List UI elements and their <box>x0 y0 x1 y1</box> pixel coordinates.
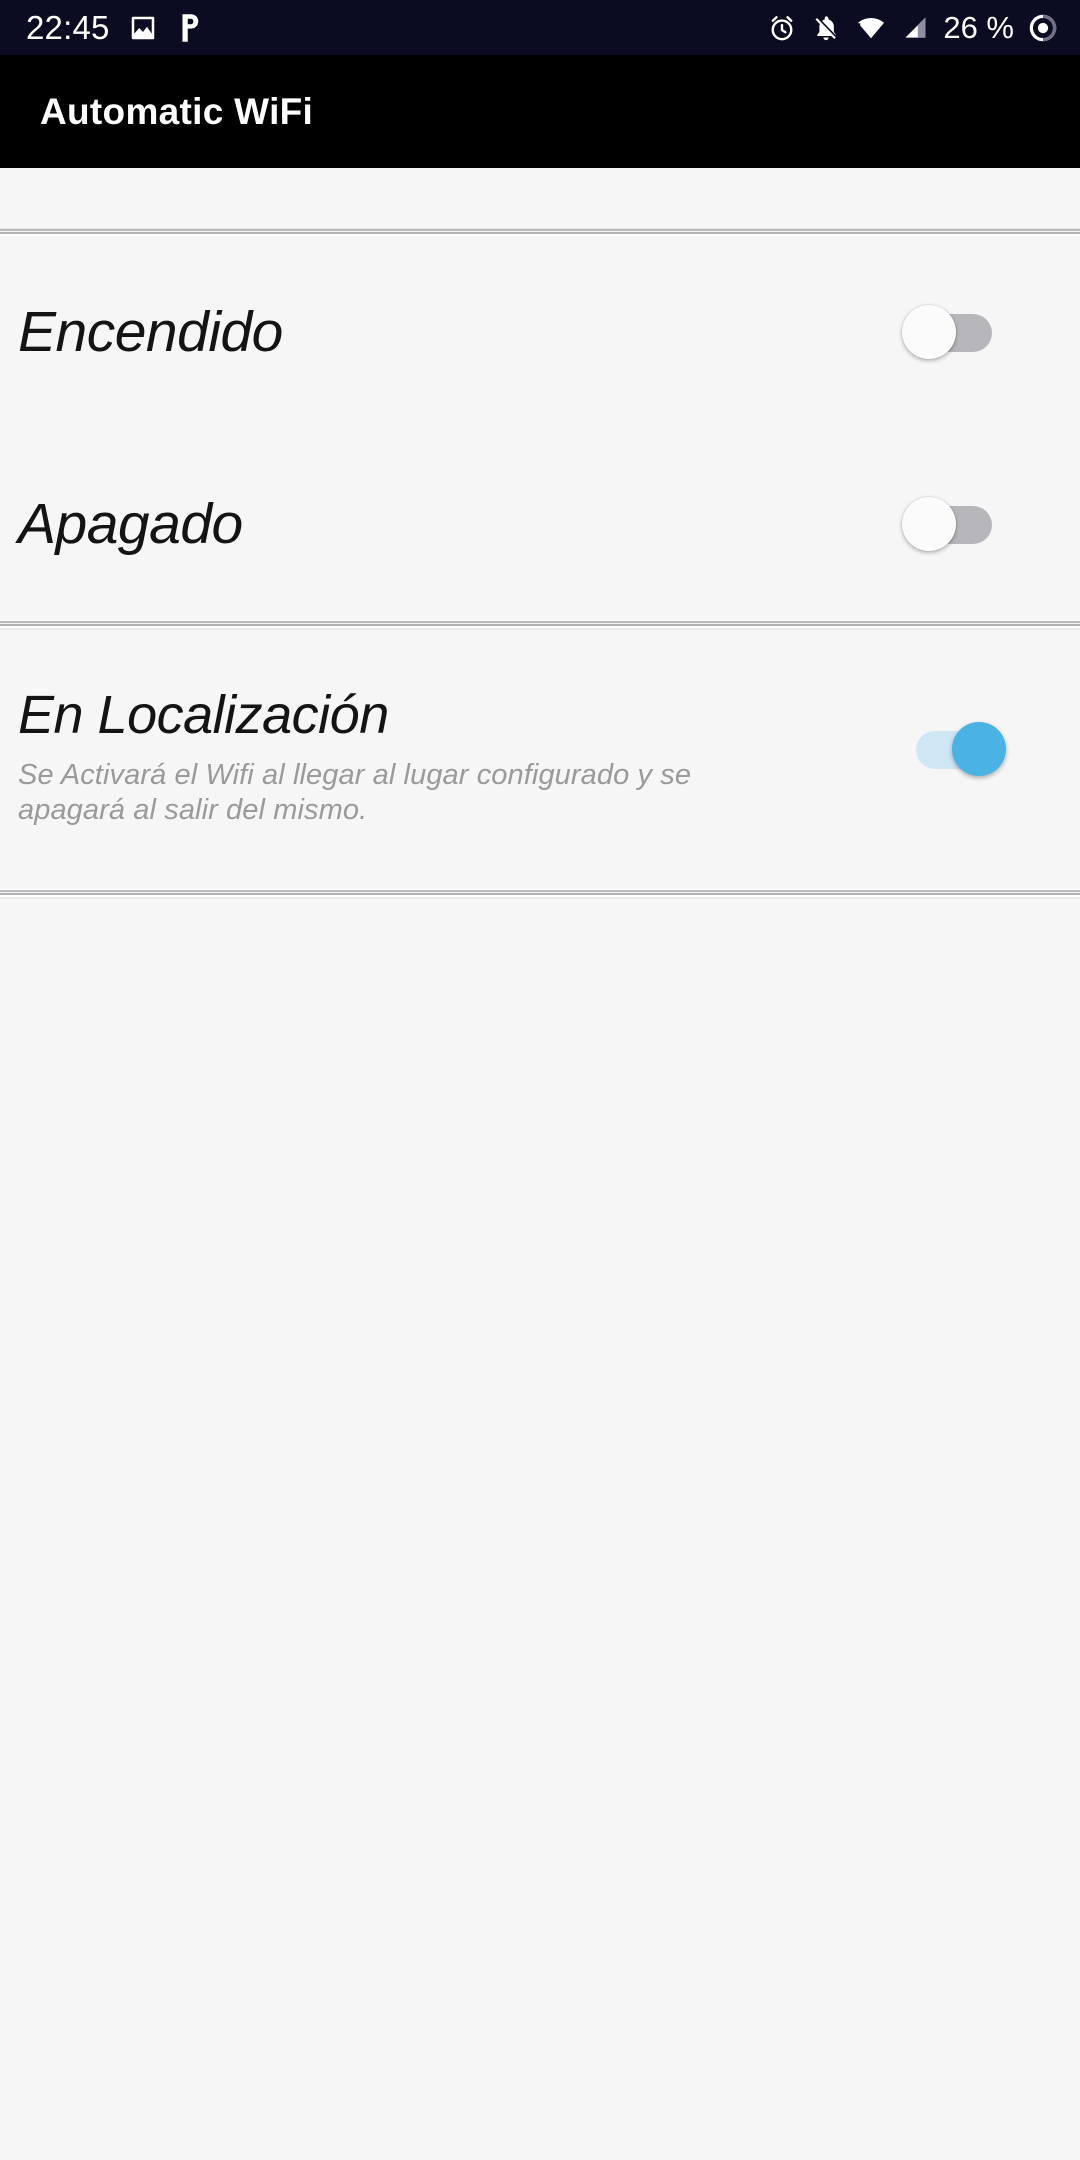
image-icon <box>131 16 154 39</box>
status-bar-clock: 22:45 <box>26 9 110 46</box>
toggle-apagado-thumb <box>902 497 956 551</box>
settings-section-two: En Localización Se Activará el Wifi al l… <box>0 630 1080 889</box>
app-bar: Automatic WiFi <box>0 55 1080 168</box>
toggle-apagado[interactable] <box>902 497 994 551</box>
toggle-en-localizacion-thumb <box>952 722 1006 776</box>
toggle-encendido-thumb <box>902 305 956 359</box>
row-en-localizacion-title: En Localización <box>18 685 389 745</box>
battery-icon <box>1029 14 1057 41</box>
status-bar: 22:45 26 % <box>0 0 1080 55</box>
content-top-spacer <box>0 168 1080 228</box>
row-apagado-title: Apagado <box>18 491 243 556</box>
row-en-localizacion[interactable]: En Localización Se Activará el Wifi al l… <box>0 630 1080 889</box>
status-bar-right: 26 % <box>767 12 1058 43</box>
status-bar-left: 22:45 <box>26 11 204 44</box>
p-app-icon <box>182 13 198 42</box>
settings-content: Encendido Apagado En Localización Se Act… <box>0 168 1080 899</box>
toggle-apagado-wrap <box>902 497 994 551</box>
cellular-signal-icon <box>905 17 926 38</box>
settings-section-one: Encendido Apagado <box>0 236 1080 620</box>
row-en-localizacion-subtitle: Se Activará el Wifi al llegar al lugar c… <box>18 759 692 827</box>
app-title: Automatic WiFi <box>40 90 314 132</box>
row-apagado[interactable]: Apagado <box>0 428 1080 620</box>
row-en-localizacion-text: En Localización Se Activará el Wifi al l… <box>18 688 914 829</box>
notifications-muted-icon <box>815 15 838 40</box>
row-encendido-text: Encendido <box>18 299 902 364</box>
divider-top <box>0 228 1080 236</box>
divider-bottom <box>0 888 1080 899</box>
row-encendido-title: Encendido <box>18 299 283 364</box>
wifi-icon <box>857 17 885 38</box>
toggle-encendido-wrap <box>902 305 994 359</box>
toggle-en-localizacion[interactable] <box>914 722 1006 776</box>
app-screen: 22:45 26 % Automatic WiFi Encendido Apag… <box>0 0 1080 2160</box>
row-encendido[interactable]: Encendido <box>0 236 1080 428</box>
alarm-icon <box>771 15 793 40</box>
battery-percentage: 26 % <box>943 10 1014 45</box>
divider-section-one-two <box>0 620 1080 630</box>
toggle-encendido[interactable] <box>902 305 994 359</box>
row-apagado-text: Apagado <box>18 491 902 556</box>
toggle-en-localizacion-wrap <box>914 722 1006 776</box>
